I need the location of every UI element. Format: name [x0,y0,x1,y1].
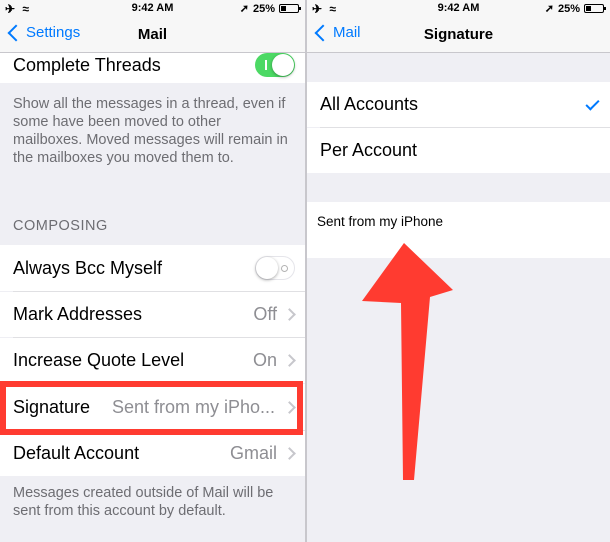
status-bar: ✈ ≈ 9:42 AM ➚ 25% [0,0,305,18]
complete-threads-footer: Show all the messages in a thread, even … [13,96,288,166]
composing-header: COMPOSING [13,218,108,234]
complete-threads-toggle[interactable] [255,53,295,77]
increase-quote-value: On [252,350,277,370]
complete-threads-label: Complete Threads [13,55,161,75]
always-bcc-row: Always Bcc Myself [0,245,305,291]
always-bcc-toggle[interactable] [255,256,295,280]
battery-percent: 25% [252,2,275,15]
mark-addresses-label: Mark Addresses [13,304,143,324]
red-arrow-annotation [362,243,453,480]
mark-addresses-value: Off [253,304,277,324]
mark-addresses-row[interactable]: Mark Addresses Off [0,292,305,337]
red-arrow-shape [362,243,453,480]
default-account-footer: Messages created outside of Mail will be… [13,485,274,519]
always-bcc-label: Always Bcc Myself [13,258,163,278]
signature-highlight-box [0,381,303,435]
increase-quote-row[interactable]: Increase Quote Level On [0,338,305,383]
navigation-bar: Settings Mail [0,18,305,53]
page-title: Mail [137,26,168,43]
default-account-value: Gmail [229,443,277,463]
complete-threads-row: Complete Threads [0,53,305,83]
default-account-row[interactable]: Default Account Gmail [0,431,305,476]
increase-quote-label: Increase Quote Level [13,350,185,370]
chevron-right-icon [283,354,296,367]
mail-settings-screen: ✈ ≈ 9:42 AM ➚ 25% Settings Mail Complete… [0,0,305,542]
battery-icon [279,4,301,13]
chevron-right-icon [283,308,296,321]
default-account-label: Default Account [13,443,140,463]
location-icon: ➚ [239,3,249,15]
chevron-right-icon [283,447,296,460]
